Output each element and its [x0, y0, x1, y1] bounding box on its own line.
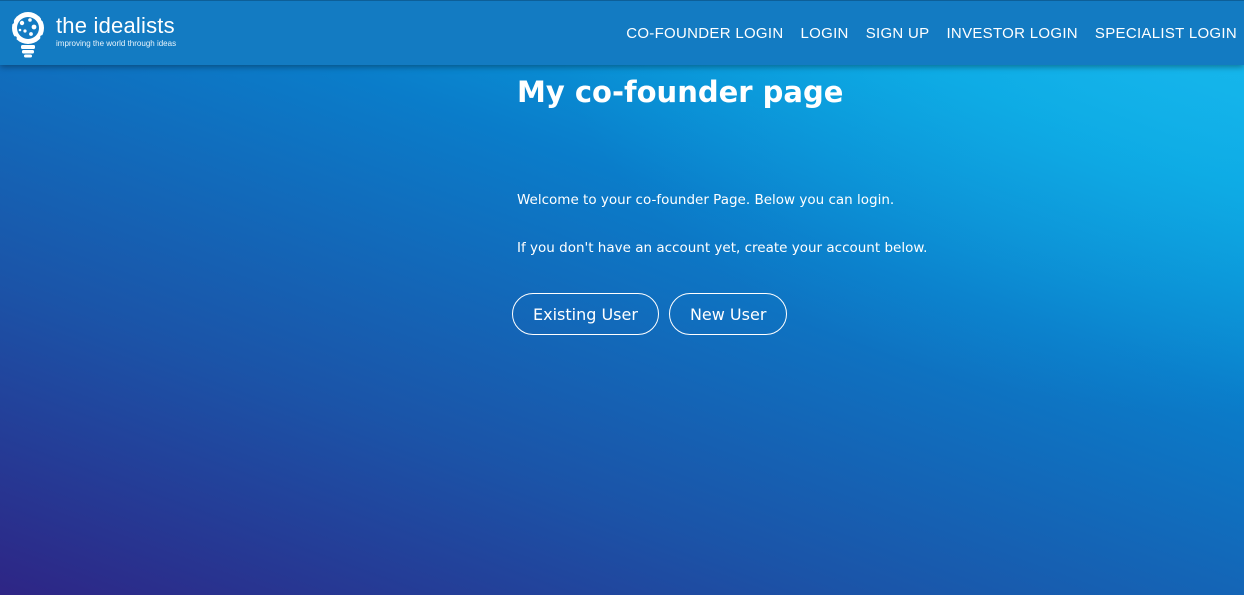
user-choice-buttons: Existing User New User: [512, 293, 797, 335]
page-title: My co-founder page: [517, 75, 844, 109]
signup-hint-text: If you don't have an account yet, create…: [517, 240, 928, 256]
logo-tagline: improving the world through ideas: [56, 39, 177, 48]
main-nav: CO-FOUNDER LOGIN LOGIN SIGN UP INVESTOR …: [609, 1, 1237, 66]
new-user-button[interactable]: New User: [668, 293, 788, 335]
top-navbar: the idealists improving the world throug…: [0, 0, 1244, 65]
nav-login[interactable]: LOGIN: [801, 25, 849, 42]
site-logo[interactable]: the idealists improving the world throug…: [8, 9, 176, 59]
main-content: My co-founder page Welcome to your co-fo…: [512, 70, 1112, 335]
nav-specialist-login[interactable]: SPECIALIST LOGIN: [1095, 25, 1237, 42]
nav-sign-up[interactable]: SIGN UP: [866, 25, 930, 42]
nav-co-founder-login[interactable]: CO-FOUNDER LOGIN: [626, 25, 783, 42]
welcome-text: Welcome to your co-founder Page. Below y…: [517, 192, 895, 208]
nav-investor-login[interactable]: INVESTOR LOGIN: [946, 25, 1077, 42]
existing-user-button[interactable]: Existing User: [512, 293, 659, 335]
logo-text: the idealists improving the world throug…: [56, 15, 176, 49]
logo-title: the idealists: [56, 13, 175, 38]
lightbulb-icon: [10, 12, 45, 58]
